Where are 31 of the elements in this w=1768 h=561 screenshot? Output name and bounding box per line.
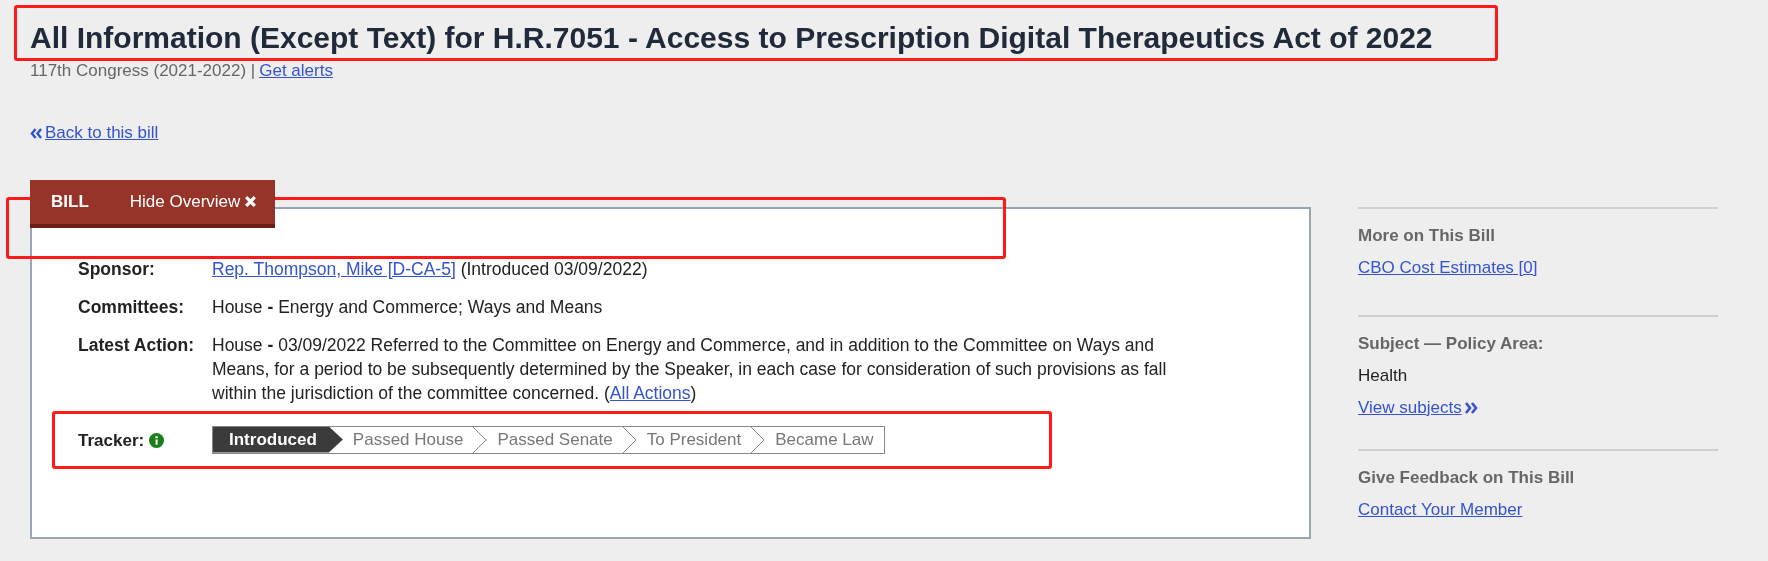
sidebar-link[interactable]: Contact Your Member (1358, 498, 1523, 521)
all-actions-link[interactable]: All Actions (609, 382, 691, 403)
tracker-step: Passed Senate (487, 426, 623, 453)
field-value: House - 03/09/2022 Referred to the Committee on Energy and Commerce, and in addition to the Committee on Ways and Means, for a period to be subsequently determined by the Speaker, in each case for consideration of such provisions as fall within the jurisdiction of the committee concerned. (All Actions) (212, 334, 1167, 403)
policy-area-text: Health (1358, 364, 1409, 387)
field-label: Sponsor: (78, 257, 156, 281)
tracker-label: Tracker: (78, 429, 145, 452)
double-chevron-icon (1463, 401, 1478, 414)
congress-text: 117th Congress (2021-2022) | (30, 61, 256, 80)
close-icon (244, 195, 258, 208)
view-subjects-link[interactable]: View subjects (1358, 396, 1478, 419)
tab-label: BILL (50, 190, 90, 213)
sidebar-link[interactable]: CBO Cost Estimates [0] (1358, 256, 1538, 279)
hide-overview-button[interactable]: Hide Overview (109, 188, 276, 215)
section-heading: More on This Bill (1358, 224, 1496, 247)
tracker-step: Passed House (342, 426, 474, 453)
field-value: (Introduced 03/09/2022) (459, 258, 648, 279)
field-value: House - Energy and Commerce; Ways and Means (212, 296, 603, 317)
double-chevron-icon (30, 127, 43, 139)
back-link[interactable]: Back to this bill (30, 123, 159, 143)
info-icon[interactable] (149, 432, 165, 448)
alerts-link[interactable]: Get alerts (259, 61, 333, 80)
sponsor-link[interactable]: Rep. Thompson, Mike [D-CA-5] (212, 258, 456, 279)
section-heading: Subject — Policy Area: (1358, 332, 1545, 355)
section-heading: Give Feedback on This Bill (1358, 466, 1576, 489)
tracker-step: Introduced (213, 426, 343, 453)
tracker-step: Became Law (765, 426, 884, 453)
field-label: Latest Action: (78, 333, 196, 357)
field-label: Committees: (78, 295, 185, 319)
tracker-step: To President (636, 426, 752, 453)
page-title: All Information (Except Text) for H.R.7051 - Access to Prescription Digital Therapeutics Act of 2022 (30, 20, 1433, 56)
